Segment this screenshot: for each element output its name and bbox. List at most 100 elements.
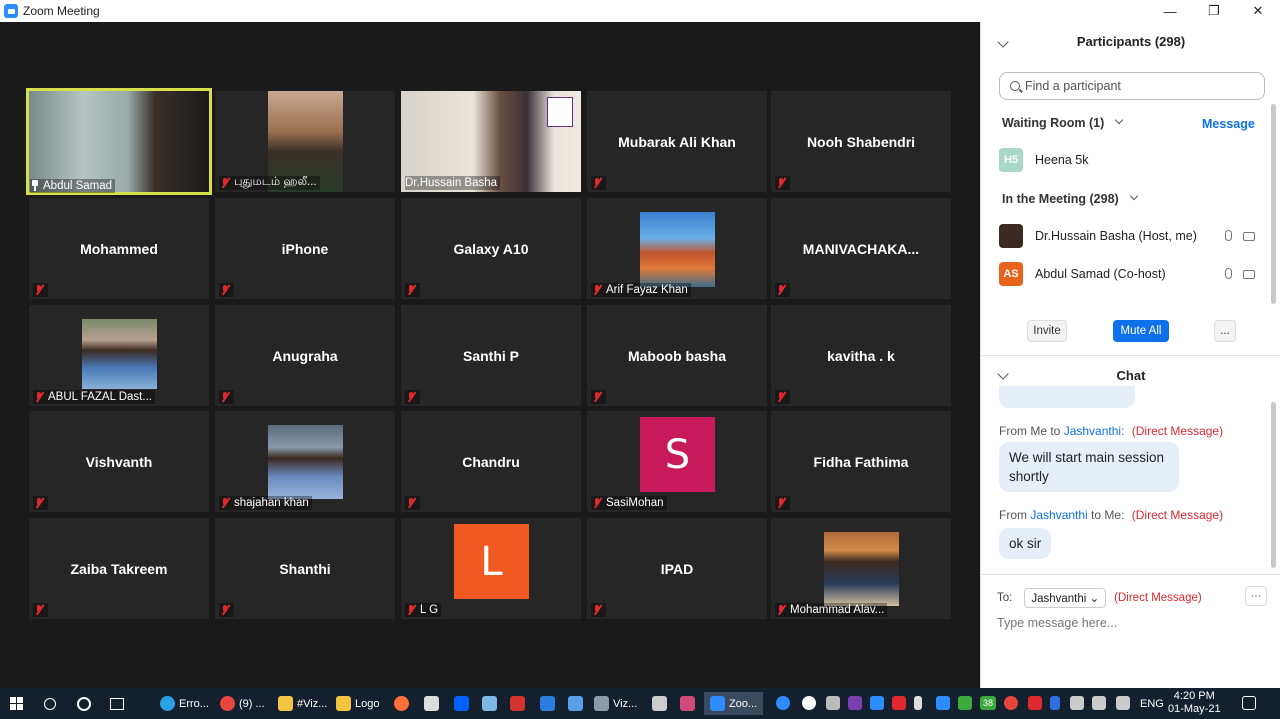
taskbar-viz[interactable]: Viz...: [594, 692, 637, 715]
participant-search-input[interactable]: Find a participant: [999, 72, 1265, 100]
mic-tray-icon[interactable]: [914, 696, 922, 710]
tile-label: [591, 390, 606, 404]
in-meeting-label[interactable]: In the Meeting (298): [1002, 192, 1119, 206]
search-taskbar-icon[interactable]: [44, 692, 56, 715]
chrome-tray-icon-2[interactable]: [1004, 696, 1018, 710]
task-view-icon[interactable]: [110, 692, 124, 715]
video-tile[interactable]: iPhone: [215, 198, 395, 299]
tile-label: shajahan khan: [219, 496, 312, 510]
video-tile[interactable]: Fidha Fathima: [771, 411, 951, 512]
video-tile[interactable]: Abdul Samad: [26, 88, 212, 195]
close-button[interactable]: ✕: [1236, 0, 1280, 22]
zoom-tray-icon[interactable]: [870, 696, 884, 710]
more-options-button[interactable]: ...: [1214, 320, 1236, 342]
in-meeting-chevron-icon[interactable]: [1129, 191, 1139, 201]
minimize-button[interactable]: —: [1148, 0, 1192, 22]
download-icon[interactable]: [510, 692, 529, 715]
mic-muted-icon: [591, 177, 603, 189]
chat-message-input[interactable]: Type message here...: [997, 616, 1117, 630]
video-tile[interactable]: Vishvanth: [29, 411, 209, 512]
network-icon[interactable]: [1070, 696, 1084, 710]
tray-badge-icon[interactable]: 38: [980, 696, 996, 710]
participant-row[interactable]: AS Abdul Samad (Co-host): [999, 262, 1166, 286]
chat-recipient-row: To: Jashvanthi ⌄ (Direct Message): [997, 588, 1202, 608]
video-tile[interactable]: Nooh Shabendri: [771, 91, 951, 192]
app-tray-icon[interactable]: [1028, 696, 1042, 710]
language-indicator[interactable]: ENG: [1140, 692, 1164, 715]
taskbar: Erro... (9) ... #Viz... Logo Viz... Zoo.…: [0, 688, 1280, 719]
video-tile[interactable]: Mohammed: [29, 198, 209, 299]
firefox-icon[interactable]: [394, 692, 413, 715]
camera-icon[interactable]: [1243, 232, 1255, 241]
chrome-tray-icon[interactable]: [802, 696, 816, 710]
camera-icon[interactable]: [1243, 270, 1255, 279]
windows-start-icon[interactable]: [10, 692, 23, 715]
chat-sender-name[interactable]: Jashvanthi: [1030, 508, 1087, 522]
record-icon[interactable]: [892, 696, 906, 710]
video-tile[interactable]: Chandru: [401, 411, 581, 512]
store-icon[interactable]: [424, 692, 443, 715]
photos-icon[interactable]: [482, 692, 501, 715]
video-tile[interactable]: IPAD: [587, 518, 767, 619]
participant-row[interactable]: Dr.Hussain Basha (Host, me): [999, 224, 1197, 248]
video-tile[interactable]: புதுமடம் ஹலீ...: [215, 91, 395, 192]
video-tile[interactable]: L L G: [401, 518, 581, 619]
word-icon[interactable]: [652, 692, 671, 715]
volume-icon[interactable]: [1116, 696, 1130, 710]
participants-scrollbar[interactable]: [1271, 104, 1276, 304]
video-tile[interactable]: ABUL FAZAL Dast...: [29, 305, 209, 406]
video-tile[interactable]: Shanthi: [215, 518, 395, 619]
taskbar-chrome[interactable]: (9) ...: [220, 692, 265, 715]
participant-name-center: Nooh Shabendri: [806, 133, 916, 150]
video-tile[interactable]: shajahan khan: [215, 411, 395, 512]
taskbar-logo-folder[interactable]: Logo: [336, 692, 379, 715]
mic-icon[interactable]: [1225, 268, 1232, 279]
divider: [981, 574, 1280, 575]
system-clock[interactable]: 4:20 PM 01-May-21: [1168, 690, 1221, 716]
recipient-select[interactable]: Jashvanthi ⌄: [1024, 588, 1107, 608]
cortana-icon[interactable]: [77, 692, 91, 715]
video-tile[interactable]: Maboob basha: [587, 305, 767, 406]
bluetooth-icon[interactable]: [1050, 696, 1060, 710]
mic-icon[interactable]: [1225, 230, 1232, 241]
chat-scrollbar[interactable]: [1271, 402, 1276, 568]
video-tile[interactable]: Anugraha: [215, 305, 395, 406]
notification-icon[interactable]: [1242, 696, 1256, 710]
video-tile[interactable]: Arif Fayaz Khan: [587, 198, 767, 299]
video-tile[interactable]: kavitha . k: [771, 305, 951, 406]
video-tile[interactable]: Mohammad Alav...: [771, 518, 951, 619]
direct-message-tag: (Direct Message): [1114, 592, 1202, 604]
paint-icon[interactable]: [680, 692, 699, 715]
video-tile[interactable]: Mubarak Ali Khan: [587, 91, 767, 192]
chat-sender-name[interactable]: Jashvanthi: [1064, 424, 1121, 438]
onenote-icon[interactable]: [848, 696, 862, 710]
message-waiting-link[interactable]: Message: [1202, 117, 1255, 131]
waiting-room-label[interactable]: Waiting Room (1): [1002, 116, 1104, 130]
meet-icon[interactable]: [936, 696, 950, 710]
video-tile[interactable]: MANIVACHAKA...: [771, 198, 951, 299]
chat-bubble-partial: [999, 386, 1135, 408]
restore-button[interactable]: ❐: [1192, 0, 1236, 22]
taskbar-edge[interactable]: Erro...: [160, 692, 209, 715]
search-icon: [1010, 81, 1020, 91]
mute-all-button[interactable]: Mute All: [1113, 320, 1169, 342]
calendar-icon[interactable]: [568, 692, 587, 715]
chat-more-button[interactable]: ···: [1245, 586, 1267, 606]
video-tile[interactable]: Zaiba Takreem: [29, 518, 209, 619]
help-icon[interactable]: [776, 696, 790, 710]
battery-icon[interactable]: [1092, 696, 1106, 710]
video-tile[interactable]: Santhi P: [401, 305, 581, 406]
camera-tray-icon[interactable]: [826, 696, 840, 710]
dropbox-icon[interactable]: [454, 692, 473, 715]
waiting-room-chevron-icon[interactable]: [1114, 115, 1124, 125]
video-tile[interactable]: Galaxy A10: [401, 198, 581, 299]
taskbar-zoom[interactable]: Zoo...: [704, 692, 764, 715]
tile-label: [33, 496, 48, 510]
video-tile[interactable]: Dr.Hussain Basha: [401, 91, 581, 192]
invite-button[interactable]: Invite: [1027, 320, 1067, 342]
taskbar-folder[interactable]: #Viz...: [278, 692, 327, 715]
waiting-participant-row[interactable]: H5 Heena 5k: [999, 148, 1089, 172]
video-tile[interactable]: S SasiMohan: [587, 411, 767, 512]
mail-icon[interactable]: [540, 692, 559, 715]
q-app-icon[interactable]: [958, 696, 972, 710]
